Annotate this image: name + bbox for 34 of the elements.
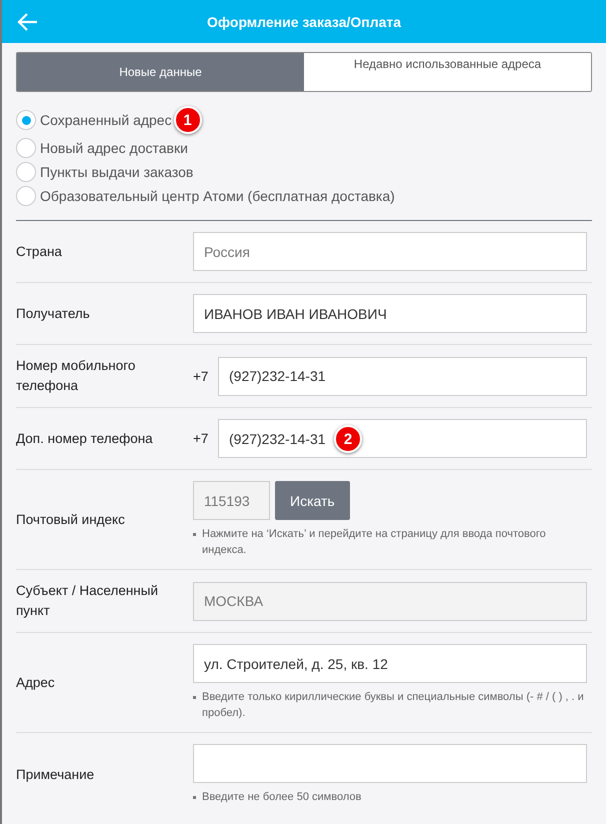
page-title: Оформление заказа/Оплата	[206, 14, 402, 30]
radio-circle[interactable]	[16, 138, 36, 158]
tab[interactable]: Новые данные	[17, 53, 304, 91]
hint-text: Введите не более 50 символов	[202, 790, 362, 805]
field-label: Доп. номер телефона	[16, 430, 154, 448]
radio-option[interactable]: Пункты выдачи заказов	[16, 162, 194, 182]
search-button[interactable]: Искать	[275, 481, 350, 520]
input-field[interactable]: (927)232-14-31	[218, 356, 587, 396]
field-label: Почтовый индекс	[16, 510, 126, 529]
input-field[interactable]	[193, 744, 587, 783]
field-label: Страна	[16, 242, 63, 261]
radio-circle[interactable]	[16, 162, 36, 182]
radio-option[interactable]: Новый адрес доставки	[16, 138, 188, 158]
input-field[interactable]: Россия	[193, 232, 587, 271]
step-badge: 1	[174, 106, 202, 134]
field-label: Адрес	[16, 674, 56, 692]
radio-circle[interactable]	[16, 186, 36, 206]
radio-option[interactable]: Сохраненный адрес	[16, 110, 172, 130]
field-label: Номер мобильного телефона	[16, 357, 136, 395]
input-field[interactable]: ул. Строителей, д. 25, кв. 12	[193, 644, 587, 683]
field-label: Субъект / Населенный пункт	[16, 582, 159, 620]
field-label: Получатель	[16, 304, 91, 323]
radio-option[interactable]: Образовательный центр Атоми (бесплатная доставка)	[16, 186, 395, 206]
field-label: Примечание	[16, 766, 96, 784]
country-code: +7	[193, 368, 210, 384]
bullet-icon	[193, 696, 196, 699]
hint-text: Введите только кириллические буквы и специальные символы (- # / ( ) , . и пробел).	[202, 690, 585, 721]
input-field[interactable]: ИВАНОВ ИВАН ИВАНОВИЧ	[193, 294, 587, 333]
bullet-icon	[193, 533, 196, 536]
radio-circle[interactable]	[16, 110, 36, 130]
bullet-icon	[193, 796, 196, 799]
hint-text: Нажмите на ‘Искать’ и перейдите на страницу для ввода почтового индекса.	[202, 527, 547, 558]
back-arrow-icon[interactable]	[16, 12, 38, 32]
country-code: +7	[193, 431, 210, 446]
